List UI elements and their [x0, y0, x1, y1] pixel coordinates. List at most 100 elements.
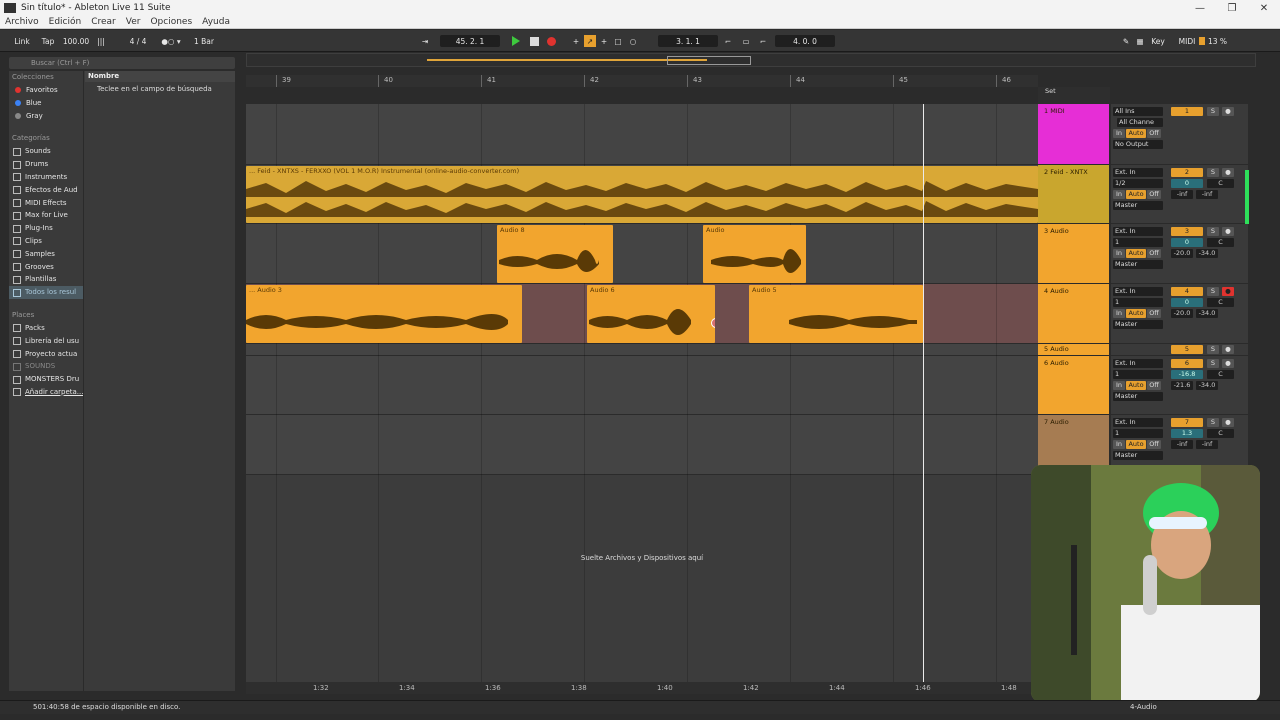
minimize-button[interactable]: —	[1184, 3, 1216, 14]
monitor-off-button[interactable]: Off	[1147, 440, 1161, 449]
solo-button[interactable]: S	[1207, 418, 1219, 427]
input-channel-dropdown[interactable]: 1	[1113, 370, 1163, 379]
track-activator-button[interactable]: 3	[1171, 227, 1203, 236]
track-name[interactable]: 6 Audio	[1038, 356, 1109, 414]
monitor-off-button[interactable]: Off	[1147, 190, 1161, 199]
tap-tempo-button[interactable]: Tap	[38, 35, 58, 47]
volume-field[interactable]: 1.3	[1171, 429, 1203, 438]
track-name[interactable]: 7 Audio	[1038, 415, 1109, 466]
track-activator-button[interactable]: 6	[1171, 359, 1203, 368]
arm-button[interactable]: ●	[1222, 359, 1234, 368]
track-2[interactable]: 2 Feid - XNTX Ext. In 1/2 In Auto Off Ma…	[1038, 165, 1248, 224]
monitor-off-button[interactable]: Off	[1147, 249, 1161, 258]
place-packs[interactable]: Packs	[9, 322, 83, 335]
monitor-in-button[interactable]: In	[1113, 190, 1125, 199]
monitor-in-button[interactable]: In	[1113, 381, 1125, 390]
pan-field[interactable]: C	[1207, 429, 1234, 438]
category-grooves[interactable]: Grooves	[9, 261, 83, 274]
track-4[interactable]: 4 Audio Ext. In 1 In Auto Off Master 4 S…	[1038, 284, 1248, 344]
collection-blue[interactable]: Blue	[9, 97, 83, 110]
category-plantillas[interactable]: Plantillas	[9, 273, 83, 286]
draw-mode-icon[interactable]: ✎	[1120, 35, 1132, 47]
lane-6-audio[interactable]	[246, 356, 1038, 415]
monitor-in-button[interactable]: In	[1113, 440, 1125, 449]
automation-arm-icon[interactable]: ↗	[584, 35, 596, 47]
tempo-field[interactable]: 100.00	[60, 35, 92, 47]
place-current-project[interactable]: Proyecto actua	[9, 348, 83, 361]
arrangement-view[interactable]: ... Feid - XNTXS - FERXXO (VOL 1 M.O.R) …	[246, 104, 1038, 684]
pan-field[interactable]: C	[1207, 179, 1234, 188]
arm-button[interactable]: ●	[1222, 168, 1234, 177]
volume-field[interactable]: 0	[1171, 298, 1203, 307]
track-6[interactable]: 6 Audio Ext. In 1 In Auto Off Master 6 S…	[1038, 356, 1248, 415]
solo-button[interactable]: S	[1207, 287, 1219, 296]
track-name[interactable]: 4 Audio	[1038, 284, 1109, 343]
place-sounds[interactable]: SOUNDS	[9, 360, 83, 373]
maximize-button[interactable]: ❐	[1216, 3, 1248, 14]
clip-audio[interactable]: Audio	[703, 225, 806, 283]
close-button[interactable]: ✕	[1248, 3, 1280, 14]
menu-crear[interactable]: Crear	[91, 17, 116, 27]
track-1[interactable]: 1 MIDI All Ins All Channe In Auto Off No…	[1038, 104, 1248, 165]
category-instruments[interactable]: Instruments	[9, 171, 83, 184]
metronome-icon[interactable]: |||	[95, 35, 107, 47]
track-name[interactable]: 5 Audio	[1038, 344, 1109, 355]
category-clips[interactable]: Clips	[9, 235, 83, 248]
solo-button[interactable]: S	[1207, 168, 1219, 177]
key-map-button[interactable]: Key	[1148, 35, 1168, 47]
monitor-auto-button[interactable]: Auto	[1126, 309, 1146, 318]
add-folder-link[interactable]: Añadir carpeta...	[9, 386, 83, 399]
solo-button[interactable]: S	[1207, 107, 1219, 116]
menu-opciones[interactable]: Opciones	[150, 17, 192, 27]
loop-icon[interactable]: ○	[627, 35, 639, 47]
arm-button[interactable]: ●	[1222, 418, 1234, 427]
track-3[interactable]: 3 Audio Ext. In 1 In Auto Off Master 3 S…	[1038, 224, 1248, 284]
monitor-off-button[interactable]: Off	[1147, 309, 1161, 318]
input-type-dropdown[interactable]: Ext. In	[1113, 168, 1163, 177]
input-channel-dropdown[interactable]: 1/2	[1113, 179, 1163, 188]
menu-archivo[interactable]: Archivo	[5, 17, 39, 27]
monitor-in-button[interactable]: In	[1113, 249, 1125, 258]
category-drums[interactable]: Drums	[9, 158, 83, 171]
input-channel-dropdown[interactable]: 1	[1113, 429, 1163, 438]
time-ruler[interactable]: 1:32 1:34 1:36 1:38 1:40 1:42 1:44 1:46 …	[246, 682, 1038, 694]
clip-audio-3[interactable]: ... Audio 3	[246, 285, 522, 343]
track-name[interactable]: 1 MIDI	[1038, 104, 1109, 164]
track-7[interactable]: 7 Audio Ext. In 1 In Auto Off Master 7 S…	[1038, 415, 1248, 467]
lane-7-audio[interactable]	[246, 415, 1038, 475]
browser-search-input[interactable]: Buscar (Ctrl + F)	[9, 57, 235, 69]
output-dropdown[interactable]: Master	[1113, 392, 1163, 401]
overdub-icon[interactable]: +	[570, 35, 582, 47]
track-5[interactable]: 5 Audio 5 S ●	[1038, 344, 1248, 356]
output-dropdown[interactable]: Master	[1113, 260, 1163, 269]
clip-audio-6[interactable]: Audio 6	[587, 285, 715, 343]
input-channel-dropdown[interactable]: All Channe	[1117, 118, 1163, 127]
category-samples[interactable]: Samples	[9, 248, 83, 261]
lane-5-audio[interactable]	[246, 344, 1038, 356]
track-name[interactable]: 2 Feid - XNTX	[1038, 165, 1109, 223]
record-button[interactable]	[545, 35, 557, 47]
pan-field[interactable]: C	[1207, 298, 1234, 307]
input-type-dropdown[interactable]: Ext. In	[1113, 227, 1163, 236]
monitor-auto-button[interactable]: Auto	[1126, 381, 1146, 390]
overview-visible-region[interactable]	[667, 56, 751, 65]
arm-button[interactable]: ●	[1222, 107, 1234, 116]
results-column-header[interactable]: Nombre	[85, 71, 235, 82]
track-activator-button[interactable]: 5	[1171, 345, 1203, 354]
monitor-in-button[interactable]: In	[1113, 309, 1125, 318]
arm-button[interactable]: ●	[1222, 345, 1234, 354]
time-signature-field[interactable]: 4 / 4	[124, 35, 152, 47]
input-type-dropdown[interactable]: Ext. In	[1113, 359, 1163, 368]
pan-field[interactable]: C	[1207, 238, 1234, 247]
category-midi-effects[interactable]: MIDI Effects	[9, 197, 83, 210]
punch-in-icon[interactable]: ⌐	[722, 35, 734, 47]
output-dropdown[interactable]: Master	[1113, 201, 1163, 210]
input-type-dropdown[interactable]: Ext. In	[1113, 418, 1163, 427]
lane-3-audio[interactable]	[246, 224, 1038, 284]
track-activator-button[interactable]: 1	[1171, 107, 1203, 116]
track-name[interactable]: 3 Audio	[1038, 224, 1109, 283]
category-plugins[interactable]: Plug-Ins	[9, 222, 83, 235]
category-max-for-live[interactable]: Max for Live	[9, 209, 83, 222]
capture-icon[interactable]: +	[598, 35, 610, 47]
monitor-auto-button[interactable]: Auto	[1126, 190, 1146, 199]
